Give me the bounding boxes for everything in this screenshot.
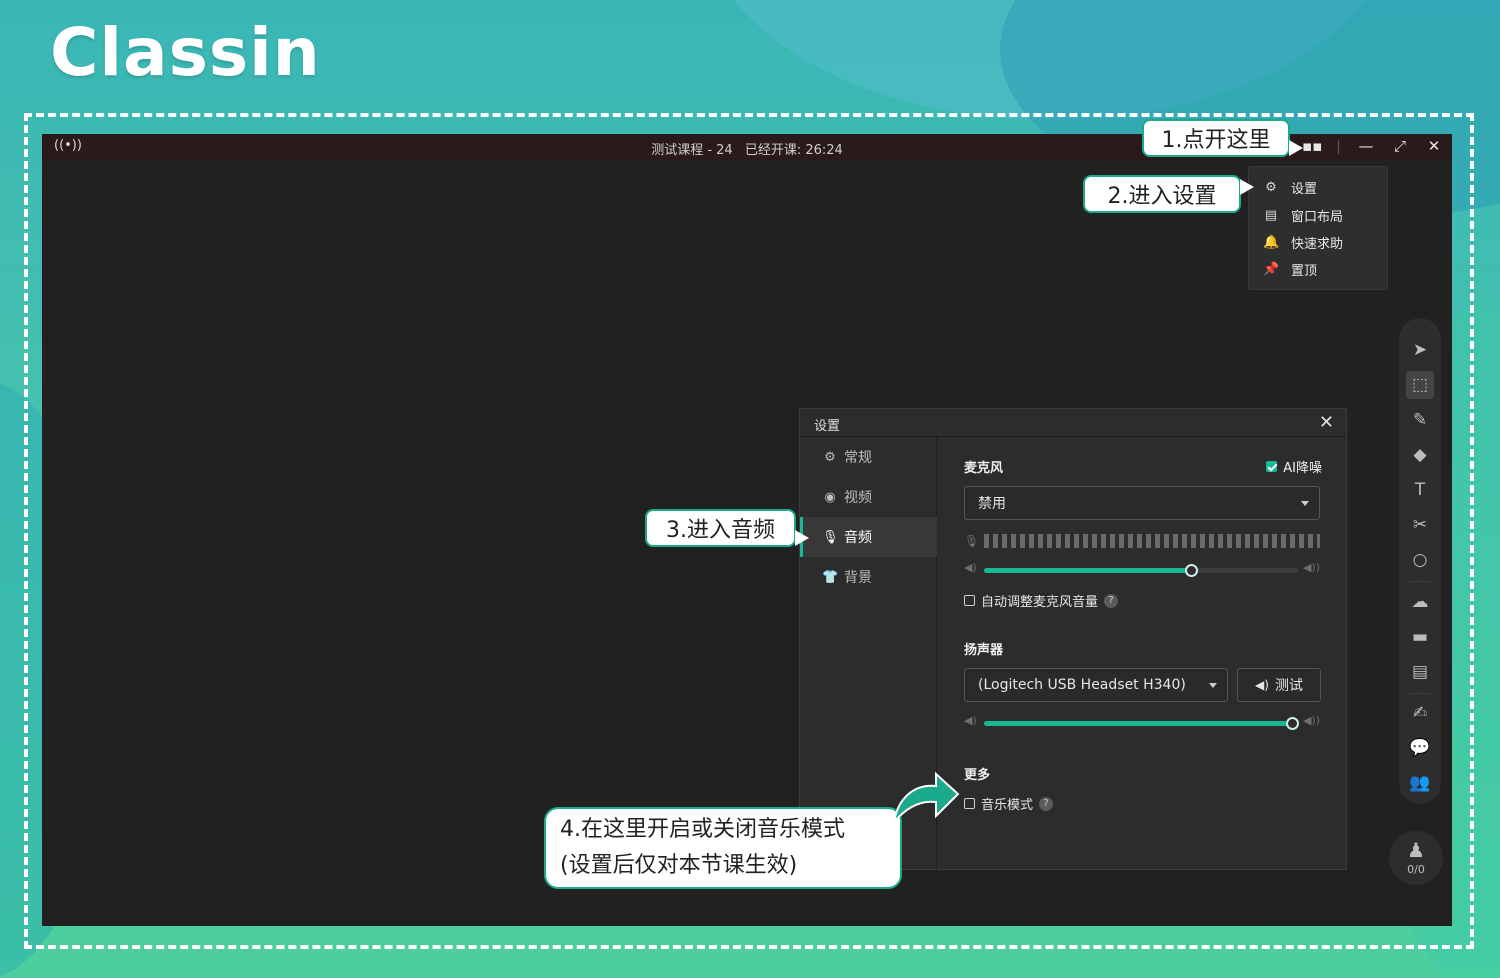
arrow-icon	[892, 771, 960, 826]
close-icon[interactable]: ✕	[1426, 137, 1442, 155]
slider-track	[984, 564, 1298, 577]
speaker-select[interactable]: (Logitech USB Headset H340)	[964, 668, 1228, 702]
callout-step1: 1.点开这里	[1142, 119, 1290, 157]
microphone-select[interactable]: 禁用	[964, 486, 1320, 520]
chat-icon[interactable]: 💬	[1406, 734, 1434, 762]
callout-pointer	[1240, 179, 1254, 195]
chevron-down-icon	[1301, 501, 1309, 506]
shape-icon[interactable]: ○	[1406, 546, 1434, 574]
checkbox-unchecked[interactable]	[964, 595, 975, 606]
volume-high-icon: ◀))	[1302, 714, 1320, 727]
toolbox-icon[interactable]: ▬	[1406, 623, 1434, 651]
scissors-icon[interactable]: ✂	[1406, 511, 1434, 539]
menu-item-window-layout[interactable]: ▤ 窗口布局	[1263, 205, 1343, 225]
more-menu: ⚙ 设置 ▤ 窗口布局 🔔 快速求助 📌 置顶	[1248, 166, 1388, 290]
speaker-section-title: 扬声器	[964, 643, 1004, 658]
help-icon[interactable]: ?	[1039, 796, 1054, 811]
checkbox-unchecked[interactable]	[964, 798, 975, 809]
divider	[1410, 693, 1430, 694]
settings-header: 设置 ✕	[800, 409, 1346, 437]
settings-dialog: 设置 ✕ ⚙ 常规 ◉ 视频 🎙 音频 👕 背景 麦克风 AI降噪 禁用 🎙 ◀…	[799, 408, 1348, 871]
pointer-icon[interactable]: ➤	[1406, 336, 1434, 364]
camera-icon: ◉	[824, 489, 836, 505]
callout-step3: 3.进入音频	[645, 509, 796, 547]
menu-item-settings[interactable]: ⚙ 设置	[1263, 177, 1317, 197]
pin-icon: 📌	[1263, 261, 1280, 277]
speaker-test-button[interactable]: ◀) 测试	[1237, 668, 1321, 702]
volume-high-icon: ◀))	[1302, 561, 1320, 574]
menu-item-pin-top[interactable]: 📌 置顶	[1263, 259, 1317, 279]
course-name: 测试课程 - 24	[651, 143, 733, 158]
microphone-icon: 🎙	[964, 534, 980, 548]
edit-icon[interactable]: ✍	[1406, 699, 1434, 727]
bell-icon: 🔔	[1263, 234, 1280, 250]
fullscreen-icon[interactable]: ⤢	[1392, 137, 1408, 155]
seat-button[interactable]: ♟ 0/0	[1389, 831, 1443, 885]
seat-icon: ♟	[1407, 838, 1425, 862]
gear-icon: ⚙	[824, 449, 836, 465]
divider: |	[1336, 137, 1342, 155]
select-icon[interactable]: ⬚	[1406, 371, 1434, 399]
users-icon[interactable]: 👥	[1406, 769, 1434, 797]
window-controls: ▪▪ | — ⤢ ✕	[1302, 137, 1442, 155]
slider-fill	[984, 568, 1192, 573]
level-bars	[984, 534, 1320, 548]
callout-step2: 2.进入设置	[1083, 175, 1241, 213]
right-toolbar: ➤ ⬚ ✎ ◆ T ✂ ○ ☁ ▬ ▤ ✍ 💬 👥	[1399, 318, 1441, 804]
elapsed-time: 已经开课: 26:24	[744, 143, 843, 158]
nav-item-general[interactable]: ⚙ 常规	[800, 437, 937, 477]
gear-icon: ⚙	[1265, 179, 1277, 195]
audio-settings-panel: 麦克风 AI降噪 禁用 🎙 ◀) ◀)) 自动调整麦克风音量 ? 扬声器 (Lo…	[938, 437, 1348, 871]
callout-step4-line1: 4.在这里开启或关闭音乐模式	[560, 817, 845, 842]
mic-level-meter: 🎙	[964, 532, 1320, 550]
menu-item-quick-help[interactable]: 🔔 快速求助	[1263, 232, 1343, 252]
nav-item-background[interactable]: 👕 背景	[800, 557, 937, 597]
slider-knob[interactable]	[1285, 717, 1299, 730]
eraser-icon[interactable]: ◆	[1406, 441, 1434, 469]
slider-track	[984, 717, 1299, 730]
checkbox-checked[interactable]	[1266, 461, 1278, 472]
callout-pointer	[1289, 140, 1303, 156]
text-icon[interactable]: T	[1406, 476, 1434, 504]
laser-pen-icon[interactable]: ✎	[1406, 406, 1434, 434]
ai-noise-checkbox[interactable]: AI降噪	[1266, 457, 1322, 476]
divider	[1410, 581, 1430, 582]
volume-low-icon: ◀)	[964, 714, 977, 727]
speaker-icon: ◀)	[1255, 678, 1269, 692]
minimize-icon[interactable]: —	[1358, 137, 1374, 155]
callout-step4-line2: (设置后仅对本节课生效)	[560, 853, 798, 878]
help-icon[interactable]: ?	[1104, 593, 1119, 608]
layout-icon: ▤	[1264, 207, 1278, 223]
volume-low-icon: ◀)	[964, 561, 977, 574]
more-section-title: 更多	[964, 768, 991, 783]
nav-item-audio[interactable]: 🎙 音频	[800, 517, 937, 557]
callout-step4: 4.在这里开启或关闭音乐模式 (设置后仅对本节课生效)	[544, 807, 902, 889]
microphone-section-title: 麦克风	[964, 461, 1004, 476]
close-icon[interactable]: ✕	[1319, 412, 1334, 433]
settings-title: 设置	[814, 419, 841, 434]
slider-fill	[984, 721, 1292, 726]
shirt-icon: 👕	[822, 569, 839, 585]
seat-count: 0/0	[1407, 863, 1425, 876]
cloud-icon[interactable]: ☁	[1406, 588, 1434, 616]
callout-pointer	[795, 530, 809, 546]
auto-adjust-mic-checkbox[interactable]: 自动调整麦克风音量 ?	[964, 591, 1119, 610]
music-mode-checkbox[interactable]: 音乐模式 ?	[964, 794, 1054, 813]
nav-item-video[interactable]: ◉ 视频	[800, 477, 937, 517]
microphone-icon: 🎙	[822, 529, 839, 545]
apps-grid-icon[interactable]: ▪▪	[1302, 137, 1322, 155]
classin-logo: Classin	[50, 14, 321, 91]
speaker-volume-slider[interactable]: ◀) ◀))	[964, 714, 1320, 730]
mic-volume-slider[interactable]: ◀) ◀))	[964, 561, 1320, 577]
chevron-down-icon	[1209, 683, 1217, 688]
notes-icon[interactable]: ▤	[1406, 658, 1434, 686]
slider-knob[interactable]	[1185, 564, 1199, 577]
